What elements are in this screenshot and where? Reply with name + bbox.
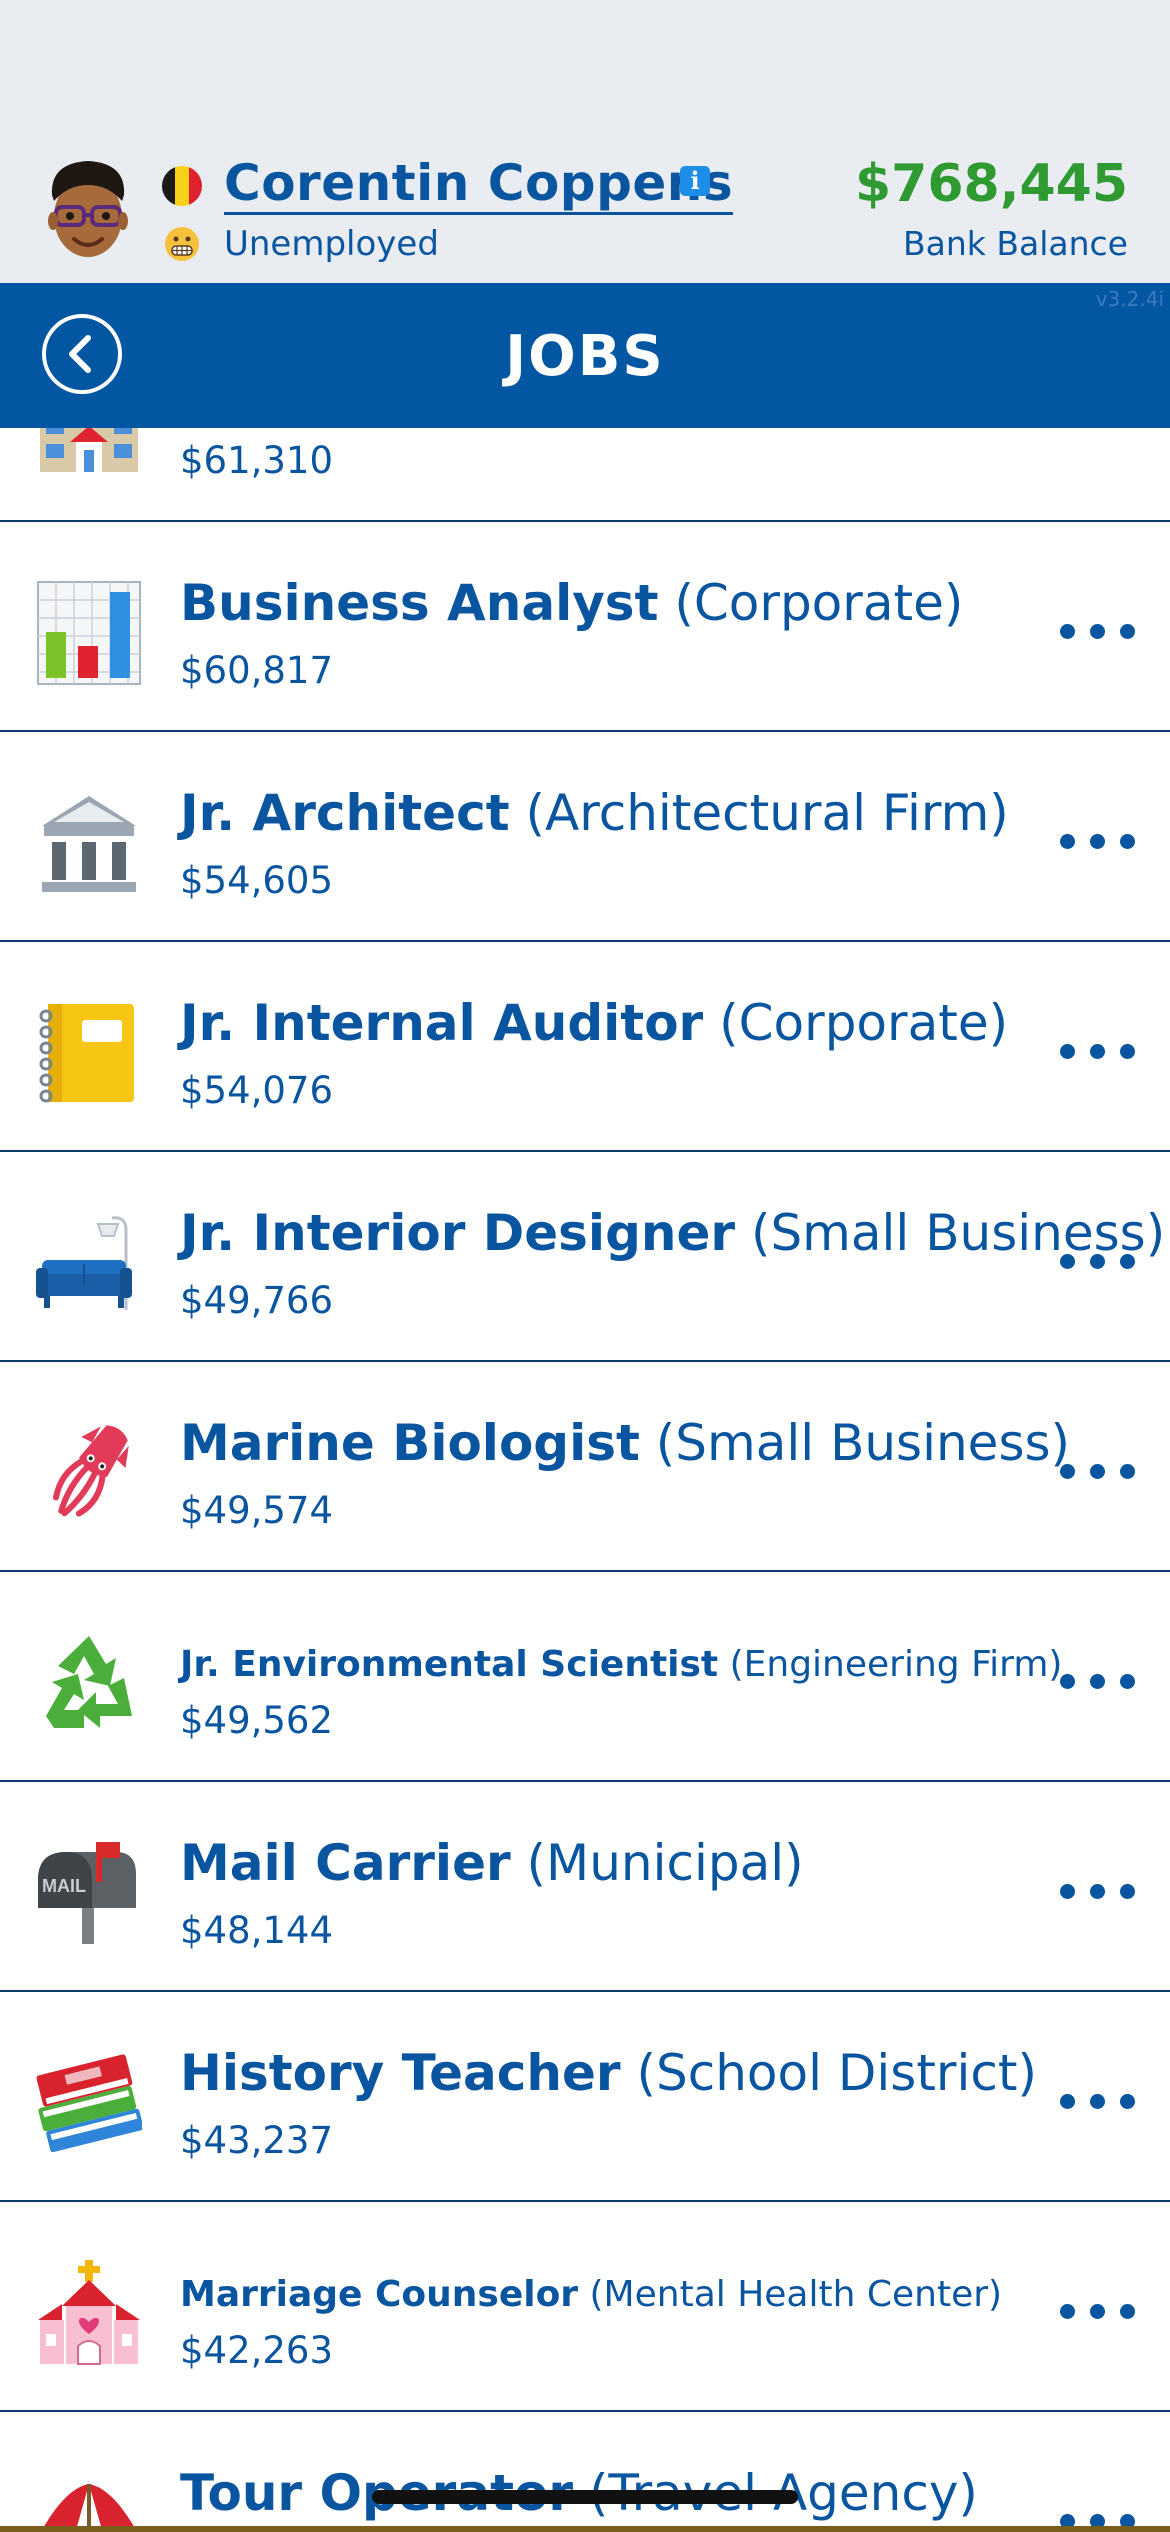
bar-chart-icon xyxy=(37,581,141,685)
job-title-line: Business Analyst (Corporate) xyxy=(180,572,1030,634)
job-employer: (Mental Health Center) xyxy=(589,2274,1003,2315)
job-title-line: Mail Carrier (Municipal) xyxy=(180,1832,1030,1894)
job-title: Jr. Environmental Scientist xyxy=(180,1644,719,1685)
bank-balance-value[interactable]: $768,445 xyxy=(855,152,1128,216)
job-title-line: Jr. Interior Designer (Small Business) xyxy=(180,1202,1165,1264)
job-title: Jr. Interior Designer xyxy=(180,1204,736,1262)
player-header: Corentin Coppens i Unemployed $768,445 B… xyxy=(0,0,1170,283)
job-title: Marriage Counselor xyxy=(180,2274,579,2315)
job-salary: $49,574 xyxy=(180,1489,334,1532)
job-employer: (Municipal) xyxy=(526,1834,804,1892)
version-label: v3.2.4i xyxy=(1095,287,1164,311)
job-row[interactable]: Marine Biologist (Small Business) $49,57… xyxy=(0,1362,1170,1572)
info-icon[interactable]: i xyxy=(680,166,710,196)
job-title: Marine Biologist xyxy=(180,1414,640,1472)
job-title: Jr. Internal Auditor xyxy=(180,994,704,1052)
job-title-line: Marriage Counselor (Mental Health Center… xyxy=(180,2264,1030,2326)
job-title-line: Jr. Internal Auditor (Corporate) xyxy=(180,992,1030,1054)
classical-building-icon xyxy=(42,796,136,892)
office-building-icon xyxy=(40,428,138,472)
more-options-button[interactable] xyxy=(1060,1234,1136,1284)
job-row[interactable]: Jr. Architect (Architectural Firm) $54,6… xyxy=(0,732,1170,942)
more-options-button[interactable] xyxy=(1060,2074,1136,2124)
job-title: Mail Carrier xyxy=(180,1834,511,1892)
home-indicator[interactable] xyxy=(372,2490,798,2504)
job-title-line: Jr. Architect (Architectural Firm) xyxy=(180,782,1030,844)
job-title: Business Analyst xyxy=(180,574,659,632)
job-employer: (Corporate) xyxy=(719,994,1009,1052)
more-options-button[interactable] xyxy=(1060,1864,1136,1914)
recycle-icon xyxy=(46,1636,132,1728)
books-icon xyxy=(36,2054,142,2153)
job-row[interactable]: History Teacher (School District) $43,23… xyxy=(0,1992,1170,2202)
bank-balance-label: Bank Balance xyxy=(903,224,1128,263)
job-title-line: Jr. Environmental Scientist (Engineering… xyxy=(180,1634,1062,1696)
mailbox-icon: MAIL xyxy=(38,1842,136,1944)
job-salary: $49,766 xyxy=(180,1279,334,1322)
wedding-chapel-icon xyxy=(38,2260,140,2365)
job-title-line: History Teacher (School District) xyxy=(180,2042,1037,2104)
more-options-button[interactable] xyxy=(1060,1444,1136,1494)
job-row[interactable]: Jr. Interior Designer (Small Business) $… xyxy=(0,1152,1170,1362)
more-options-button[interactable] xyxy=(1060,1654,1136,1704)
svg-text:MAIL: MAIL xyxy=(42,1876,86,1896)
job-title-line: Marine Biologist (Small Business) xyxy=(180,1412,1070,1474)
avatar-icon[interactable] xyxy=(38,155,138,270)
job-title: Jr. Architect xyxy=(180,784,510,842)
more-options-button[interactable] xyxy=(1060,2284,1136,2334)
job-employer: (Engineering Firm) xyxy=(729,1644,1063,1685)
job-title: History Teacher xyxy=(180,2044,621,2102)
couch-lamp-icon xyxy=(36,1216,132,1310)
job-row[interactable]: $61,310 xyxy=(0,428,1170,522)
jobs-navbar: JOBS v3.2.4i xyxy=(0,283,1170,428)
player-name-link[interactable]: Corentin Coppens xyxy=(224,154,734,215)
more-options-button[interactable] xyxy=(1060,1024,1136,1074)
job-row[interactable]: Jr. Environmental Scientist (Engineering… xyxy=(0,1572,1170,1782)
job-status-text: Unemployed xyxy=(224,224,439,264)
beach-umbrella-icon xyxy=(42,2484,136,2532)
job-row[interactable]: Marriage Counselor (Mental Health Center… xyxy=(0,2202,1170,2412)
job-salary: $43,237 xyxy=(180,2119,334,2162)
job-row[interactable]: Business Analyst (Corporate) $60,817 xyxy=(0,522,1170,732)
job-employer: (Architectural Firm) xyxy=(525,784,1009,842)
job-salary: $42,263 xyxy=(180,2329,334,2372)
job-employer: (Small Business) xyxy=(655,1414,1071,1472)
more-options-button[interactable] xyxy=(1060,604,1136,654)
bottom-edge xyxy=(0,2526,1170,2532)
notebook-icon xyxy=(39,1004,134,1103)
job-row[interactable]: Tour Operator (Travel Agency) xyxy=(0,2412,1170,2532)
job-employer: (Corporate) xyxy=(674,574,964,632)
page-title: JOBS xyxy=(505,324,665,389)
job-salary: $54,605 xyxy=(180,859,334,902)
job-employer: (School District) xyxy=(636,2044,1037,2102)
country-flag-icon xyxy=(162,166,202,206)
jobs-list[interactable]: $61,310 Business Analyst (Corporate) $60… xyxy=(0,428,1170,2532)
squid-icon xyxy=(52,1425,129,1517)
more-options-button[interactable] xyxy=(1060,814,1136,864)
job-row[interactable]: MAIL Mail Carrier (Municipal) $48,144 xyxy=(0,1782,1170,1992)
job-row[interactable]: Jr. Internal Auditor (Corporate) $54,076 xyxy=(0,942,1170,1152)
job-salary: $61,310 xyxy=(180,439,334,482)
job-salary: $49,562 xyxy=(180,1699,334,1742)
job-salary: $54,076 xyxy=(180,1069,334,1112)
job-salary: $48,144 xyxy=(180,1909,334,1952)
mood-grimace-icon xyxy=(165,227,199,261)
job-salary: $60,817 xyxy=(180,649,334,692)
